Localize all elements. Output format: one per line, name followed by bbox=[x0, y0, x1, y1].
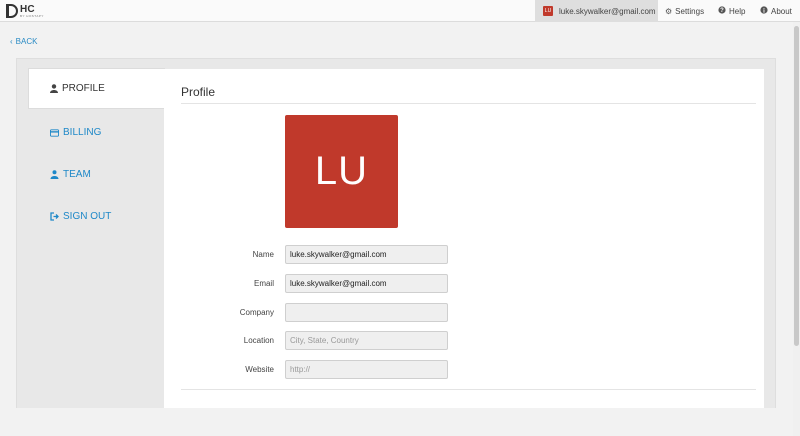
location-field[interactable] bbox=[285, 331, 448, 350]
location-label: Location bbox=[243, 336, 274, 345]
sidebar-item-label: PROFILE bbox=[62, 83, 105, 94]
company-field[interactable] bbox=[285, 303, 448, 322]
settings-label: Settings bbox=[675, 6, 705, 16]
scrollbar[interactable] bbox=[793, 22, 800, 436]
sidebar-item-billing[interactable]: BILLING bbox=[50, 127, 101, 138]
page-title: Profile bbox=[181, 85, 216, 99]
back-link[interactable]: ‹ BACK bbox=[10, 37, 37, 46]
team-icon bbox=[50, 170, 59, 179]
logo-text: HC bbox=[20, 3, 35, 15]
logo-mark bbox=[6, 4, 18, 18]
name-label: Name bbox=[252, 250, 274, 259]
help-label: Help bbox=[729, 6, 746, 16]
logo[interactable]: HC BY HOSTAPY bbox=[6, 3, 44, 19]
top-bar: HC BY HOSTAPY LU luke.skywalker@gmail.co… bbox=[0, 0, 800, 22]
user-icon bbox=[49, 84, 58, 93]
back-label: BACK bbox=[15, 37, 38, 46]
sidebar-item-label: TEAM bbox=[63, 169, 91, 180]
sidebar-item-sign-out[interactable]: SIGN OUT bbox=[50, 211, 111, 222]
logo-subtext: BY HOSTAPY bbox=[20, 13, 44, 18]
about-link[interactable]: i About bbox=[760, 0, 792, 22]
logo-wordmark: HC BY HOSTAPY bbox=[20, 3, 44, 18]
website-field[interactable] bbox=[285, 360, 448, 379]
scrollbar-thumb[interactable] bbox=[794, 26, 799, 346]
sign-out-icon bbox=[50, 212, 59, 221]
gear-icon: ⚙ bbox=[665, 6, 673, 16]
email-field[interactable] bbox=[285, 274, 448, 293]
divider bbox=[181, 389, 756, 390]
user-avatar-mini: LU bbox=[543, 6, 553, 16]
info-circle-icon: i bbox=[760, 6, 768, 16]
chevron-left-icon: ‹ bbox=[10, 37, 13, 46]
avatar[interactable]: LU bbox=[285, 115, 398, 228]
sidebar-item-profile[interactable]: PROFILE bbox=[28, 68, 165, 109]
svg-text:?: ? bbox=[720, 8, 724, 14]
user-email-label: luke.skywalker@gmail.com bbox=[559, 6, 656, 16]
sidebar-item-label: SIGN OUT bbox=[63, 211, 112, 222]
settings-link[interactable]: ⚙ Settings bbox=[665, 0, 704, 22]
email-label: Email bbox=[253, 279, 274, 288]
profile-content: Profile LU Name Email Company Location W… bbox=[164, 69, 764, 429]
website-label: Website bbox=[245, 365, 274, 374]
name-field[interactable] bbox=[285, 245, 448, 264]
sidebar-item-label: BILLING bbox=[63, 127, 102, 138]
company-label: Company bbox=[239, 308, 274, 317]
sidebar: PROFILE BILLING TEAM SIGN OUT bbox=[17, 59, 165, 418]
divider bbox=[181, 103, 756, 104]
user-menu[interactable]: LU luke.skywalker@gmail.com bbox=[535, 0, 658, 22]
sidebar-item-team[interactable]: TEAM bbox=[50, 169, 91, 180]
account-panel: PROFILE BILLING TEAM SIGN OUT Profile LU… bbox=[16, 58, 776, 429]
about-label: About bbox=[771, 6, 792, 16]
question-circle-icon: ? bbox=[718, 6, 726, 16]
help-link[interactable]: ? Help bbox=[718, 0, 745, 22]
credit-card-icon bbox=[50, 128, 59, 137]
page-footer-area bbox=[0, 408, 793, 436]
